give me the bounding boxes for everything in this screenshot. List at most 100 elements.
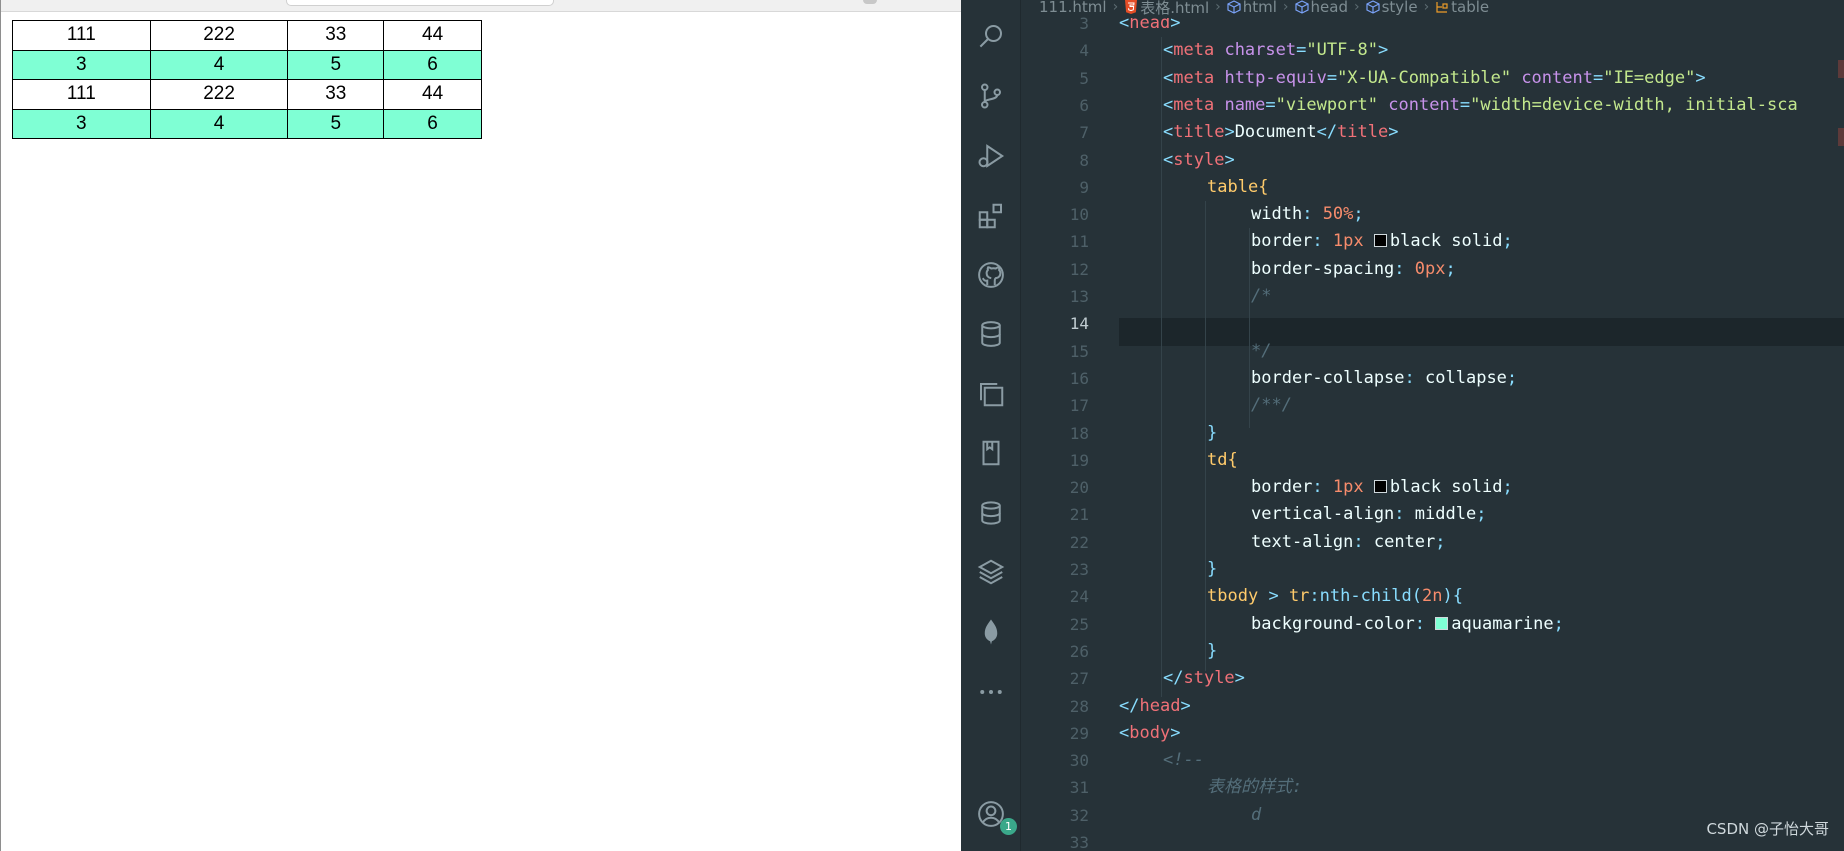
table-cell: 4 [149,108,289,139]
line-number: 21 [1069,505,1089,525]
symbol-selector-icon [1436,2,1448,13]
table-cell: 3 [12,108,151,139]
line-number: 17 [1069,396,1089,416]
code-line: } [1207,422,1218,443]
breadcrumb-item[interactable]: table [1435,0,1489,16]
table-row: 111 222 33 44 [12,79,482,110]
table-cell: 33 [287,79,385,110]
code-line: </head> [1119,695,1191,716]
chevron-right-icon: › [1112,0,1119,15]
code-line: border: 1px black solid; [1251,477,1513,498]
code-area[interactable]: <head> <meta charset="UTF-8"> <meta http… [1119,18,1844,851]
code-editor: 1 111.html › 表格.html › html › head › sty… [961,0,1844,851]
line-number: 29 [1069,723,1089,743]
code-line: /* [1251,286,1272,306]
indent-guide [1161,37,1162,697]
indent-guide [1205,201,1206,671]
line-number: 19 [1069,450,1089,470]
address-bar-edge[interactable] [286,0,554,6]
breadcrumb-label: 表格.html [1140,0,1210,17]
line-number: 22 [1069,532,1089,552]
table-cell: 111 [12,20,151,51]
code-line: <meta http-equiv="X-UA-Compatible" conte… [1163,67,1706,88]
breadcrumb-label: head [1310,0,1348,16]
database-2-icon[interactable] [975,497,1007,529]
run-debug-icon[interactable] [975,140,1007,172]
code-line: <body> [1119,722,1181,743]
table-cell: 5 [287,108,385,139]
table-cell: 222 [149,79,289,110]
table-cell: 5 [287,49,385,80]
line-number: 13 [1069,287,1089,306]
code-line: 表格的样式: [1207,777,1303,798]
table-cell: 33 [287,20,385,51]
code-line: <style> [1163,149,1235,170]
code-line: <!-- [1163,750,1204,771]
code-line: <head> [1119,18,1181,33]
breadcrumb: 111.html › 表格.html › html › head › style… [1039,0,1489,17]
line-number: 3 [1079,14,1089,33]
table-cell: 6 [383,49,482,80]
chevron-right-icon: › [1353,0,1360,15]
html5-icon [1125,0,1138,14]
breadcrumb-item[interactable]: html [1227,0,1277,16]
database-icon[interactable] [975,318,1007,350]
line-number: 28 [1069,696,1089,716]
line-number: 31 [1069,778,1089,798]
browser-button-edge[interactable] [863,0,877,4]
line-number: 30 [1069,751,1089,771]
github-icon[interactable] [975,259,1007,291]
line-number: 18 [1069,423,1089,443]
code-line: border: 1px black solid; [1251,231,1513,252]
preview-table: 111 222 33 44 3 4 5 6 111 222 33 44 3 4 … [12,20,482,139]
breadcrumb-label: style [1381,0,1418,16]
table-row: 111 222 33 44 [12,20,482,51]
breadcrumb-label: table [1451,0,1490,16]
code-line: border-collapse: collapse; [1251,367,1518,388]
symbol-cube-icon [1365,0,1380,14]
code-line: border-spacing: 0px; [1251,258,1456,279]
breadcrumb-item[interactable]: head [1294,0,1348,16]
line-number: 20 [1069,478,1089,498]
layers-icon[interactable] [975,556,1007,588]
line-number: 12 [1069,259,1089,279]
activity-bar: 1 [961,0,1021,851]
color-swatch-black[interactable] [1373,480,1387,494]
overview-ruler-mark [1838,60,1844,78]
breadcrumb-item[interactable]: style [1365,0,1418,16]
code-line: d [1251,804,1262,825]
line-number: 10 [1069,205,1089,225]
line-number: 4 [1079,41,1089,61]
overview-ruler-mark [1838,128,1844,146]
line-number: 32 [1069,805,1089,825]
table-cell: 111 [12,79,151,110]
color-swatch-black[interactable] [1373,234,1387,248]
table-cell: 3 [12,49,151,80]
extensions-icon[interactable] [975,200,1007,232]
current-line-highlight [1119,318,1844,346]
breadcrumb-item[interactable]: 表格.html [1124,0,1209,18]
code-line: </style> [1163,668,1245,689]
chevron-right-icon: › [1282,0,1289,15]
code-line: */ [1251,340,1272,361]
more-icon[interactable] [975,676,1007,708]
mongodb-leaf-icon[interactable] [975,616,1007,648]
line-number-active: 14 [1069,314,1089,334]
remote-explorer-icon[interactable] [975,378,1007,410]
chevron-right-icon: › [1423,0,1430,15]
source-control-icon[interactable] [975,80,1007,112]
line-number: 11 [1069,232,1089,252]
color-swatch-aquamarine[interactable] [1435,616,1449,630]
bookmark-icon[interactable] [975,437,1007,469]
table-cell: 44 [383,79,482,110]
code-line: vertical-align: middle; [1251,504,1487,525]
line-number: 15 [1069,341,1089,361]
code-line: } [1207,640,1218,661]
line-number: 9 [1079,177,1089,197]
line-number: 16 [1069,368,1089,388]
code-line: text-align: center; [1251,531,1446,552]
table-row: 3 4 5 6 [12,108,482,139]
line-number: 24 [1069,587,1089,607]
code-line: table{ [1207,176,1269,197]
search-icon[interactable] [975,20,1007,52]
